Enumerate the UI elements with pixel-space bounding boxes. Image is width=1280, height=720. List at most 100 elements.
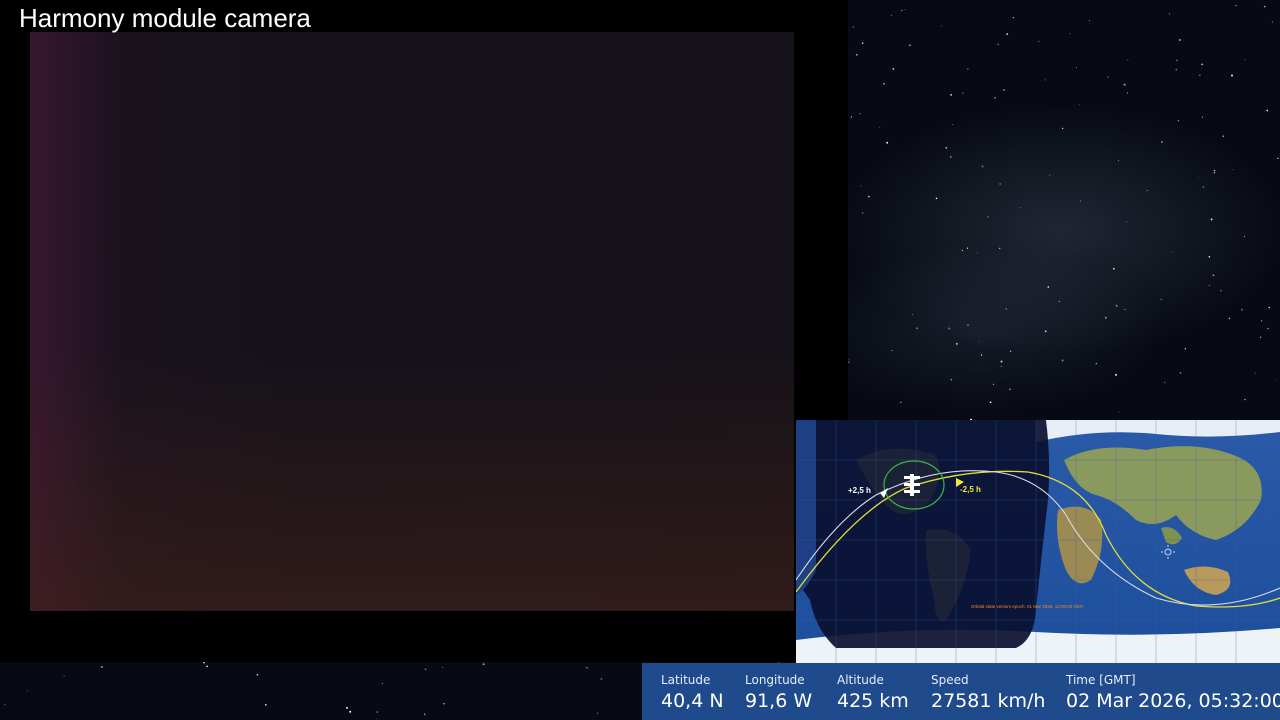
star [978,341,980,343]
altitude-label: Altitude [837,673,884,687]
star [1231,74,1233,77]
star [909,44,911,46]
star [1127,59,1129,61]
star [1038,40,1040,42]
star [1146,189,1148,191]
camera-title: Harmony module camera [19,3,311,33]
star [948,327,951,330]
star [989,401,992,404]
time-label: Time [GMT] [1066,673,1136,687]
star [1178,39,1181,41]
star [1177,120,1180,122]
camera-feed-video[interactable] [30,32,794,611]
star [1271,21,1274,23]
ground-track-map: +2,5 h -2,5 h Orbital state vectors epoc… [796,420,1280,663]
star [1176,59,1178,61]
star [381,682,383,684]
world-map: +2,5 h -2,5 h Orbital state vectors epoc… [796,420,1280,663]
star [1112,267,1115,270]
star [349,710,352,713]
star [952,123,954,125]
star [999,183,1001,185]
star [1179,372,1182,374]
star [1003,89,1005,91]
star [1124,309,1126,311]
star [206,665,208,668]
star [586,666,588,669]
star [1009,388,1011,391]
star [994,97,996,99]
star [852,26,855,28]
star [1171,251,1173,253]
altitude-value: 425 km [837,690,909,712]
star [980,354,983,356]
star [1079,200,1082,202]
star [1202,186,1205,188]
star [883,83,885,85]
star [1118,411,1120,413]
star [424,668,427,671]
star [904,9,906,11]
star [955,343,958,345]
star [1069,33,1071,35]
star [941,25,943,27]
star [935,197,938,200]
star [1260,320,1263,322]
star [981,165,984,168]
star [442,666,444,668]
star [1164,381,1166,384]
star [1266,109,1269,112]
star [1263,5,1266,8]
star [1222,135,1225,137]
star [1198,74,1201,77]
star [950,94,952,96]
star [855,53,858,56]
star [1240,308,1243,311]
star [1104,316,1107,319]
star [1126,92,1129,94]
star [1062,127,1064,130]
star [1201,63,1203,66]
star [1000,360,1003,363]
star [1044,79,1046,81]
latitude-value: 40,4 N [661,690,724,712]
star [1232,168,1234,170]
star [264,703,267,706]
star [100,665,103,668]
star [867,195,870,198]
star [1047,286,1050,288]
star [1107,76,1109,78]
star [1213,169,1216,172]
star [967,68,969,70]
star [63,675,65,677]
star [587,667,589,669]
star [886,141,889,144]
star [859,113,861,115]
star [1020,207,1022,209]
star [1212,274,1215,277]
star [1126,221,1128,223]
speed-value: 27581 km/h [931,690,1046,712]
star [443,702,445,705]
latitude-label: Latitude [661,673,711,687]
star [862,212,864,214]
star [1220,289,1222,292]
star [1244,236,1245,238]
star [1201,116,1203,118]
time-value: 02 Mar 2026, 05:32:00 [1066,690,1280,712]
orbit-past-label: +2,5 h [848,486,871,495]
star [1061,359,1064,362]
star [1198,177,1200,179]
star [1267,327,1269,330]
star [967,324,969,326]
star [1058,300,1060,303]
star [1161,141,1163,143]
star [1268,306,1270,309]
star [1075,67,1077,69]
star [1208,255,1211,258]
star [1044,330,1047,333]
star [1175,68,1178,71]
star [1012,17,1014,19]
star [1277,157,1279,160]
telemetry-bar: Latitude 40,4 N Longitude 91,6 W Altitud… [642,663,1280,720]
